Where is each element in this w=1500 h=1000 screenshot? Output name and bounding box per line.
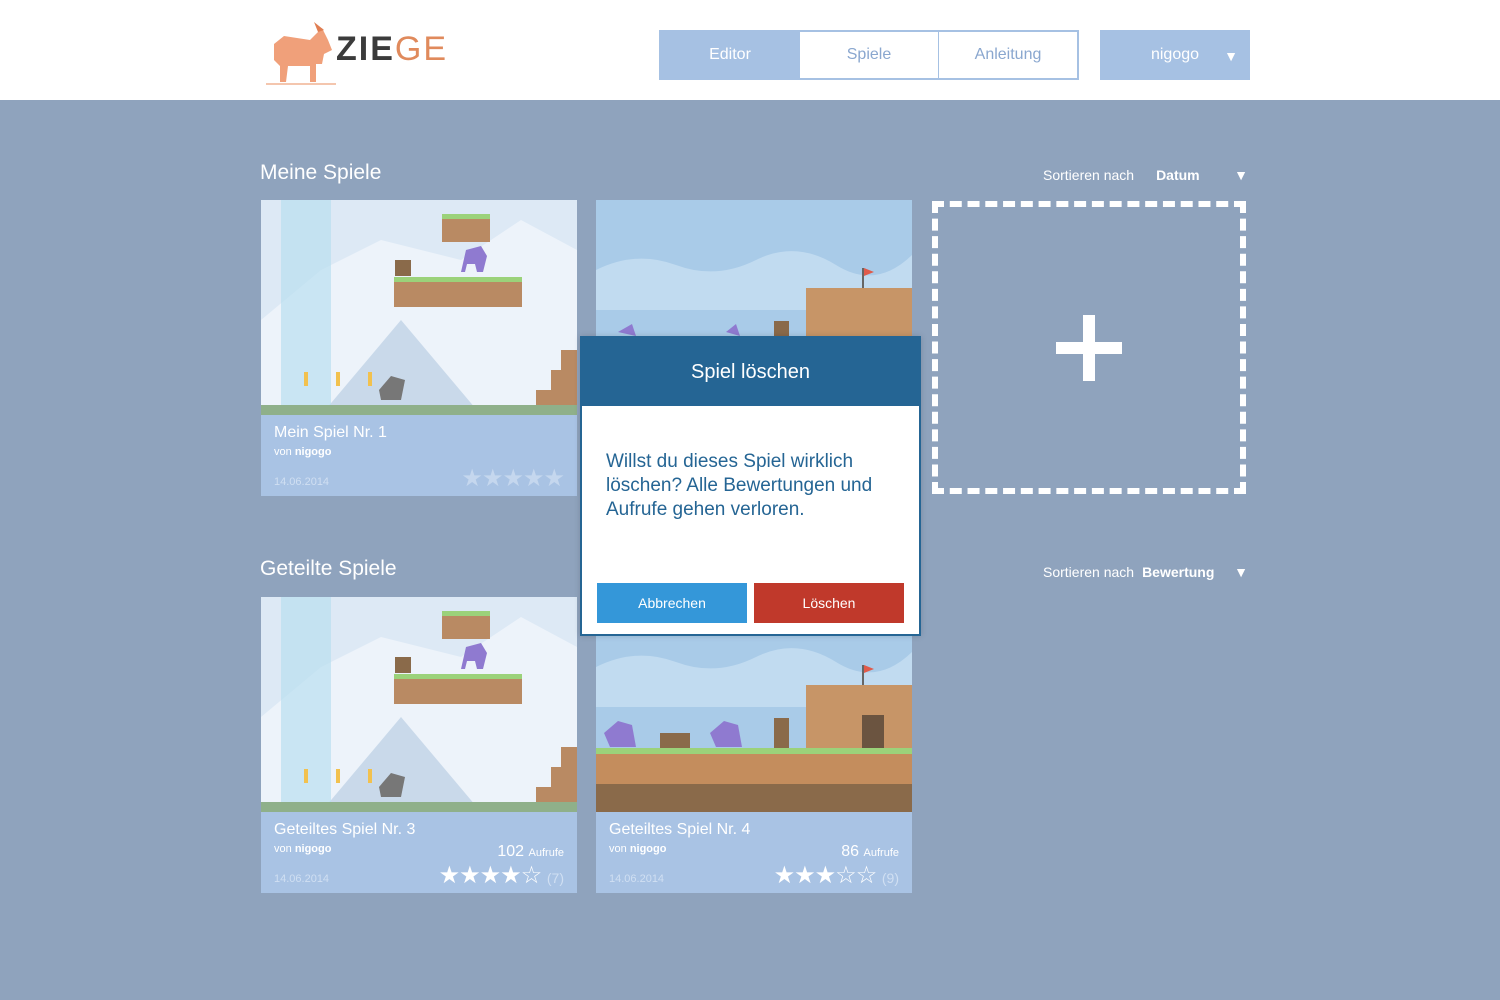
section-title-shared-games: Geteilte Spiele — [260, 557, 397, 580]
game-date: 14.06.2014 — [274, 873, 330, 885]
game-author: von nigogo — [274, 843, 331, 855]
sort-value[interactable]: Datum — [1156, 167, 1200, 183]
author-prefix: von — [274, 843, 292, 855]
user-menu-button[interactable]: nigogo ▼ — [1100, 30, 1250, 80]
game-thumbnail — [261, 200, 577, 415]
game-card[interactable]: Geteiltes Spiel Nr. 4 von nigogo 14.06.2… — [596, 597, 912, 893]
game-title: Mein Spiel Nr. 1 — [274, 424, 387, 441]
view-count-label: Aufrufe — [528, 847, 564, 859]
game-author: von nigogo — [609, 843, 666, 855]
rating-stars: ★★★★☆ (7) — [439, 861, 564, 890]
nav-spiele[interactable]: Spiele — [800, 32, 939, 78]
game-card[interactable]: Mein Spiel Nr. 1 von nigogo 14.06.2014 ★… — [261, 200, 577, 496]
view-count: 86 Aufrufe — [841, 843, 899, 861]
chevron-down-icon: ▼ — [1224, 48, 1238, 64]
author-name: nigogo — [294, 843, 332, 855]
author-name: nigogo — [629, 843, 667, 855]
dialog-title: Spiel löschen — [582, 338, 919, 406]
game-date: 14.06.2014 — [274, 476, 330, 488]
author-prefix: von — [609, 843, 627, 855]
nav-anleitung[interactable]: Anleitung — [939, 32, 1077, 78]
author-prefix: von — [274, 446, 292, 458]
game-author: von nigogo — [274, 446, 331, 458]
chevron-down-icon[interactable]: ▼ — [1234, 167, 1248, 183]
rating-stars: ★★★★★ — [461, 465, 565, 492]
author-name: nigogo — [294, 446, 332, 458]
sort-value[interactable]: Bewertung — [1142, 564, 1214, 580]
sort-my-games[interactable]: Sortieren nach Datum ▼ — [1043, 167, 1248, 183]
logo[interactable]: ZIEGE — [266, 22, 466, 86]
rating-stars: ★★★☆☆ (9) — [774, 861, 899, 890]
logo-text-light: GE — [394, 30, 449, 68]
sort-label: Sortieren nach — [1043, 564, 1135, 580]
game-date: 14.06.2014 — [609, 873, 665, 885]
stars-icon: ★★★★☆ — [438, 862, 543, 889]
game-title: Geteiltes Spiel Nr. 4 — [609, 821, 751, 838]
rating-count: (9) — [881, 870, 899, 886]
plus-icon — [1056, 315, 1122, 381]
view-count: 102 Aufrufe — [497, 843, 564, 861]
delete-button[interactable]: Löschen — [754, 583, 904, 623]
view-count-label: Aufrufe — [863, 847, 899, 859]
logo-text-bold: ZIE — [336, 30, 395, 68]
main-nav: Editor Spiele Anleitung — [659, 30, 1079, 80]
top-header: ZIEGE Editor Spiele Anleitung nigogo ▼ — [0, 0, 1500, 100]
section-title-my-games: Meine Spiele — [260, 161, 382, 184]
user-name: nigogo — [1150, 46, 1200, 63]
view-count-value: 86 — [841, 843, 860, 860]
game-title: Geteiltes Spiel Nr. 3 — [274, 821, 416, 838]
dialog-message: Willst du dieses Spiel wirklich löschen?… — [606, 451, 873, 520]
sort-shared-games[interactable]: Sortieren nach Bewertung ▼ — [1043, 564, 1248, 580]
goat-logo-icon — [266, 22, 456, 85]
nav-editor[interactable]: Editor — [661, 32, 800, 78]
add-game-button[interactable] — [932, 201, 1246, 494]
game-thumbnail — [261, 597, 577, 812]
game-card[interactable]: Geteiltes Spiel Nr. 3 von nigogo 14.06.2… — [261, 597, 577, 893]
view-count-value: 102 — [497, 843, 525, 860]
sort-label: Sortieren nach — [1043, 167, 1135, 183]
stars-icon: ★★★☆☆ — [773, 862, 878, 889]
rating-count: (7) — [546, 870, 564, 886]
delete-game-dialog: Spiel löschen Willst du dieses Spiel wir… — [580, 336, 921, 636]
logo-text: ZIEGE — [336, 30, 448, 69]
cancel-button[interactable]: Abbrechen — [597, 583, 747, 623]
chevron-down-icon[interactable]: ▼ — [1234, 564, 1248, 580]
